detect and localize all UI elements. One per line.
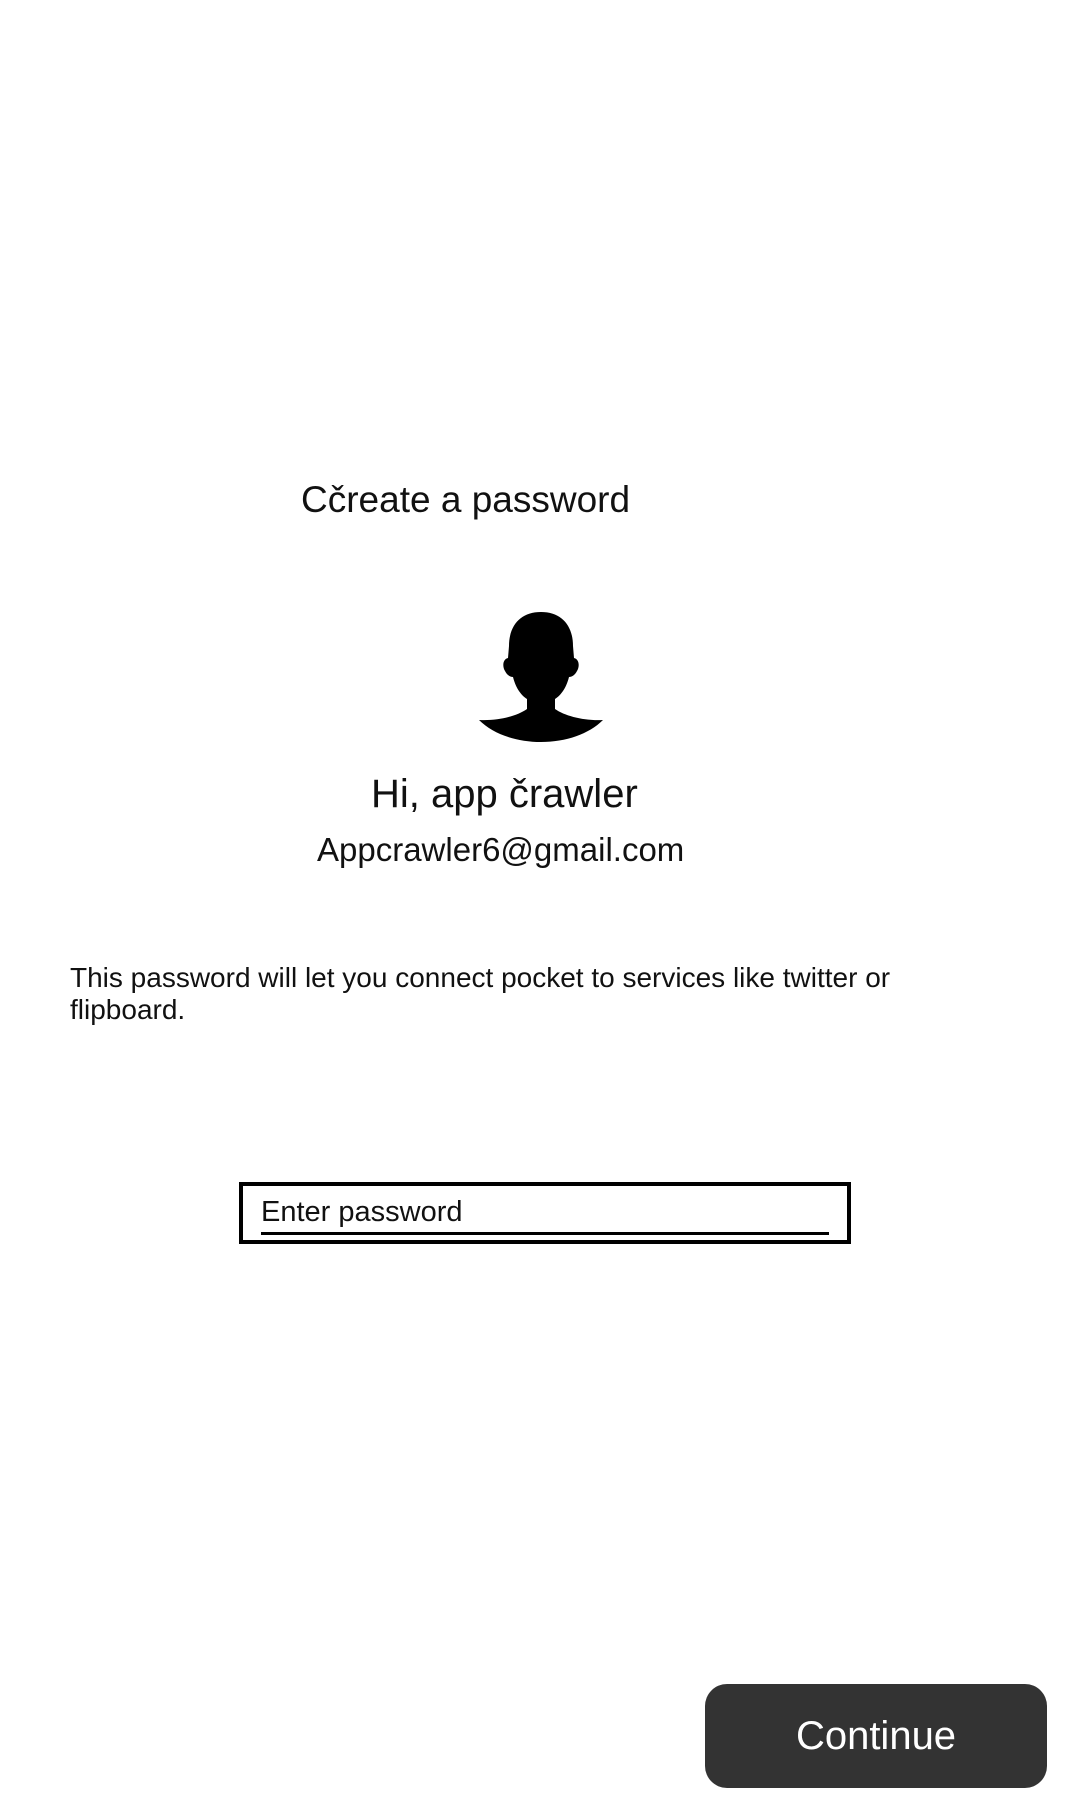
password-description: This password will let you connect pocke… — [70, 962, 891, 1025]
avatar — [479, 610, 604, 742]
continue-button[interactable]: Continue — [705, 1684, 1047, 1788]
person-silhouette-icon — [479, 612, 603, 742]
password-field-container[interactable] — [239, 1182, 851, 1244]
user-email: Appcrawler6@gmail.com — [317, 831, 685, 868]
page-title: Cčreate a password — [301, 479, 631, 520]
password-input[interactable] — [261, 1192, 829, 1235]
user-greeting: Hi, app črawler — [371, 772, 638, 816]
